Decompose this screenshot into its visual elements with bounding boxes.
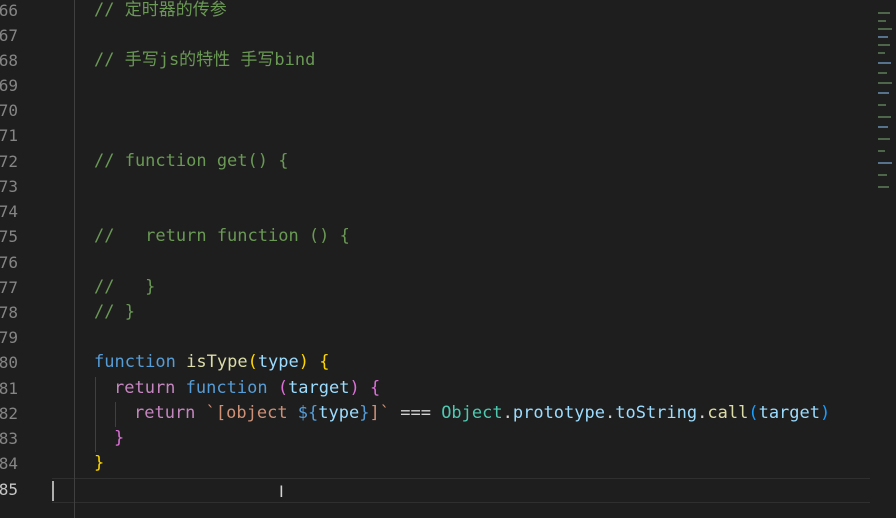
line-number: 67 [0, 26, 18, 45]
line-number: 81 [0, 379, 18, 398]
dot: . [502, 403, 513, 423]
line-number: 66 [0, 1, 18, 20]
minimap-line [878, 138, 890, 140]
operator: === [400, 403, 431, 423]
line-number: 76 [0, 253, 18, 272]
line-number: 74 [0, 202, 18, 221]
parameter: type [257, 352, 299, 372]
minimap-line [878, 28, 892, 30]
dot: . [604, 403, 616, 423]
paren: ) [820, 403, 831, 423]
code-line-78: // } [94, 300, 135, 325]
minimap-line [878, 62, 891, 64]
line-number: 70 [0, 101, 18, 120]
keyword: return [134, 403, 196, 423]
template-string: ]` [369, 403, 390, 423]
line-number: 78 [0, 303, 18, 322]
minimap-line [878, 82, 892, 84]
paren: ) [349, 378, 360, 398]
parameter: target [288, 378, 350, 398]
property: toString [615, 403, 698, 423]
minimap-line [878, 174, 887, 176]
code-line-66: // 定时器的传参 [94, 0, 227, 23]
minimap-line [878, 126, 888, 128]
paren: ( [277, 378, 289, 398]
comment: // 定时器的传参 [94, 0, 227, 20]
line-number: 84 [0, 454, 18, 473]
brace: } [94, 453, 105, 473]
template-string: `[object [205, 403, 298, 423]
line-number: 79 [0, 328, 18, 347]
line-number: 72 [0, 152, 18, 171]
keyword: function [94, 352, 176, 372]
minimap-line [878, 52, 885, 54]
minimap-line [878, 116, 891, 118]
property: prototype [512, 403, 605, 423]
comment: // return function () { [94, 226, 350, 246]
brace: { [369, 378, 381, 398]
class-name: Object [441, 403, 503, 423]
minimap[interactable] [870, 0, 896, 518]
comment: // } [94, 302, 135, 322]
line-number: 75 [0, 227, 18, 246]
code-line-80: function isType(type) { [94, 350, 330, 375]
minimap-line [878, 186, 889, 188]
dot: . [697, 403, 708, 423]
variable: type [318, 403, 360, 423]
line-number: 71 [0, 126, 18, 145]
comment: // function get() { [94, 151, 289, 171]
minimap-line [878, 72, 887, 74]
brace: } [114, 428, 125, 448]
function-name: isType [186, 352, 248, 372]
minimap-line [878, 12, 890, 14]
code-line-81: return function (target) { [114, 376, 380, 401]
minimap-line [878, 44, 890, 46]
line-number: 80 [0, 353, 18, 372]
keyword: return [114, 378, 176, 398]
comment: // 手写js的特性 手写bind [94, 50, 316, 70]
line-number-active: 85 [0, 480, 18, 499]
argument: target [758, 403, 820, 423]
comment: // } [94, 277, 156, 297]
line-number: 77 [0, 278, 18, 297]
minimap-line [878, 20, 886, 22]
line-number: 73 [0, 177, 18, 196]
template-expression: } [359, 403, 370, 423]
line-number: 82 [0, 404, 18, 423]
minimap-line [878, 36, 888, 38]
keyword: function [185, 378, 268, 398]
paren: ( [748, 403, 759, 423]
text-caret [52, 481, 54, 501]
template-expression: ${ [297, 403, 319, 423]
text-cursor-icon: I [279, 482, 284, 501]
paren: ) [298, 352, 310, 372]
line-number-gutter[interactable]: 66 67 68 69 70 71 72 73 74 75 76 77 78 7… [0, 0, 48, 518]
minimap-line [878, 104, 886, 106]
minimap-line [878, 150, 885, 152]
code-line-84: } [94, 451, 104, 476]
code-line-77: // } [94, 275, 155, 300]
code-line-72: // function get() { [94, 149, 288, 174]
code-line-83: } [114, 426, 124, 451]
minimap-line [878, 92, 889, 94]
paren: ( [247, 352, 258, 372]
code-line-82: return `[object ${type}]` === Object.pro… [134, 401, 830, 426]
line-number: 68 [0, 51, 18, 70]
code-area[interactable]: // 定时器的传参 // 手写js的特性 手写bind // function … [52, 0, 870, 518]
brace: { [319, 352, 330, 372]
code-line-75: // return function () { [94, 224, 350, 249]
line-number: 83 [0, 429, 18, 448]
code-line-68: // 手写js的特性 手写bind [94, 48, 315, 73]
minimap-line [878, 162, 892, 164]
code-editor[interactable]: 66 67 68 69 70 71 72 73 74 75 76 77 78 7… [0, 0, 870, 518]
line-number: 69 [0, 76, 18, 95]
method: call [707, 403, 749, 423]
